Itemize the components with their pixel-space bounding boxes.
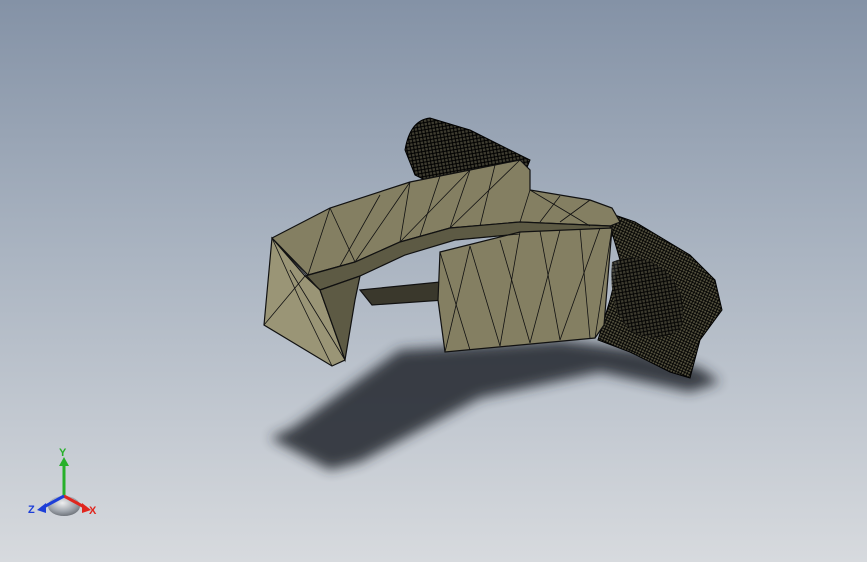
view-orientation-triad[interactable]: Y Z X (26, 448, 106, 524)
y-axis-label: Y (59, 447, 67, 459)
underside-recess (358, 281, 446, 306)
x-axis-label: X (89, 505, 97, 517)
z-axis-label: Z (28, 504, 35, 516)
model-view[interactable] (0, 0, 867, 562)
graphics-viewport[interactable]: Y Z X (0, 0, 867, 562)
